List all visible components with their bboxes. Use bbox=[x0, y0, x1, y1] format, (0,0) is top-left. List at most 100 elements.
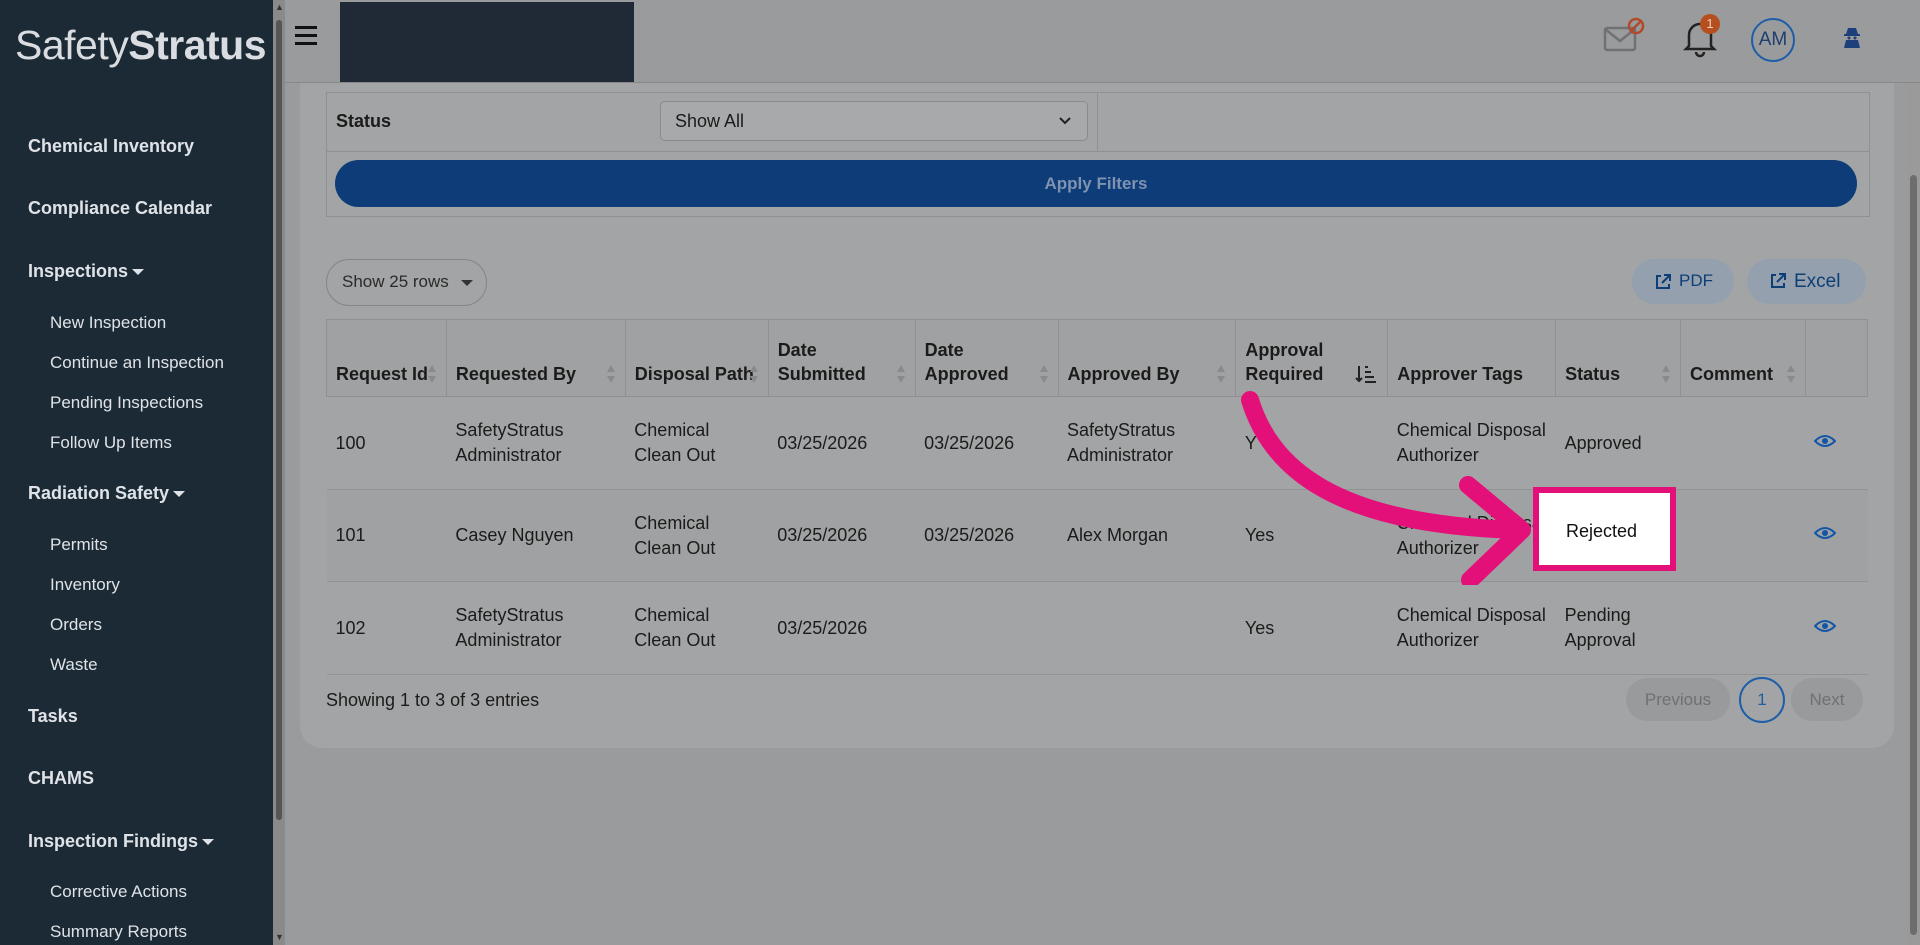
cell-request-id: 102 bbox=[326, 581, 447, 675]
sidebar-item-tasks[interactable]: Tasks bbox=[28, 706, 78, 727]
cell-actions bbox=[1805, 489, 1868, 582]
cell-date-approved: 03/25/2026 bbox=[915, 489, 1059, 582]
export-pdf-button[interactable]: PDF bbox=[1632, 259, 1734, 304]
chevron-down-icon bbox=[173, 491, 186, 498]
status-select-value: Show All bbox=[675, 111, 745, 131]
sidebar: SafetyStratus Chemical Inventory Complia… bbox=[0, 0, 273, 945]
sidebar-item-inspections[interactable]: Inspections bbox=[28, 261, 145, 282]
column-header-requested-by[interactable]: Requested By bbox=[445, 319, 626, 397]
annotation-arrow-icon bbox=[1241, 391, 1531, 585]
avatar[interactable]: AM bbox=[1751, 18, 1795, 62]
hamburger-menu-icon[interactable] bbox=[295, 26, 317, 50]
sidebar-item-permits[interactable]: Permits bbox=[50, 535, 108, 555]
header-banner bbox=[340, 2, 634, 82]
sidebar-item-summary-reports[interactable]: Summary Reports bbox=[50, 922, 187, 942]
sidebar-item-inspection-findings[interactable]: Inspection Findings bbox=[28, 831, 214, 852]
view-eye-icon[interactable] bbox=[1814, 525, 1837, 541]
cell-disposal-path: Chemical Clean Out bbox=[625, 489, 769, 582]
sort-icon bbox=[606, 365, 615, 383]
column-header-comment[interactable]: Comment bbox=[1680, 319, 1806, 397]
sidebar-item-follow-up-items[interactable]: Follow Up Items bbox=[50, 433, 172, 453]
sidebar-item-inventory[interactable]: Inventory bbox=[50, 575, 120, 595]
main-scrollbar-thumb[interactable] bbox=[1910, 175, 1917, 935]
cell-date-submitted: 03/25/2026 bbox=[768, 489, 916, 582]
mail-disabled-icon[interactable] bbox=[1603, 16, 1647, 58]
sort-icon bbox=[1786, 365, 1795, 383]
sidebar-item-label: Inspection Findings bbox=[28, 831, 198, 851]
sidebar-item-label: Radiation Safety bbox=[28, 483, 170, 503]
column-header-date-approved[interactable]: Date Approved bbox=[914, 319, 1059, 397]
status-select[interactable]: Show All bbox=[660, 101, 1088, 141]
notification-badge: 1 bbox=[1700, 14, 1720, 34]
chevron-down-icon bbox=[1059, 117, 1071, 125]
sort-icon bbox=[427, 365, 436, 383]
cell-requested-by: SafetyStratus Administrator bbox=[446, 581, 626, 675]
table-header-row: Request Id Requested By Disposal Path Da… bbox=[326, 319, 1869, 397]
sidebar-item-compliance-calendar[interactable]: Compliance Calendar bbox=[28, 198, 212, 219]
sidebar-item-corrective-actions[interactable]: Corrective Actions bbox=[50, 882, 187, 902]
export-excel-button[interactable]: Excel bbox=[1747, 259, 1866, 304]
scroll-down-icon[interactable]: ▼ bbox=[275, 932, 284, 942]
external-link-icon bbox=[1656, 274, 1671, 289]
sort-icon bbox=[749, 365, 758, 383]
column-header-disposal-path[interactable]: Disposal Path bbox=[624, 319, 769, 397]
rows-per-page-label: Show 25 rows bbox=[342, 272, 449, 291]
sidebar-item-radiation-safety[interactable]: Radiation Safety bbox=[28, 483, 186, 504]
cell-approved-by bbox=[1058, 581, 1236, 675]
column-header-actions bbox=[1804, 319, 1869, 397]
cell-disposal-path: Chemical Clean Out bbox=[625, 396, 769, 490]
sidebar-item-orders[interactable]: Orders bbox=[50, 615, 102, 635]
logo[interactable]: SafetyStratus bbox=[15, 22, 266, 69]
page-1-button[interactable]: 1 bbox=[1739, 677, 1785, 723]
chevron-down-icon bbox=[132, 269, 145, 276]
cell-actions bbox=[1805, 581, 1868, 675]
sort-descending-icon bbox=[1355, 366, 1377, 383]
sidebar-item-chemical-inventory[interactable]: Chemical Inventory bbox=[28, 136, 194, 157]
sidebar-scrollbar[interactable]: ▲ ▼ bbox=[273, 0, 285, 945]
sidebar-item-chams[interactable]: CHAMS bbox=[28, 768, 94, 789]
sort-icon bbox=[1662, 365, 1671, 383]
apply-filters-button[interactable]: Apply Filters bbox=[335, 160, 1857, 207]
column-header-status[interactable]: Status bbox=[1555, 319, 1682, 397]
column-header-approved-by[interactable]: Approved By bbox=[1057, 319, 1237, 397]
cell-status: Pending Approval bbox=[1555, 581, 1681, 675]
cell-actions bbox=[1805, 396, 1868, 490]
sidebar-scrollbar-thumb[interactable] bbox=[276, 20, 282, 820]
cell-approval-required: Yes bbox=[1235, 581, 1388, 675]
scroll-up-icon[interactable]: ▲ bbox=[275, 2, 284, 12]
table-row[interactable]: 100 SafetyStratus Administrator Chemical… bbox=[326, 396, 1868, 490]
cell-date-approved bbox=[915, 581, 1059, 675]
cell-date-submitted: 03/25/2026 bbox=[768, 396, 916, 490]
cell-comment bbox=[1680, 581, 1806, 675]
cell-requested-by: Casey Nguyen bbox=[446, 489, 626, 582]
top-bar: 1 AM bbox=[285, 0, 1920, 83]
sidebar-item-label: Inspections bbox=[28, 261, 129, 281]
cell-comment bbox=[1680, 489, 1806, 582]
sort-icon bbox=[1217, 365, 1226, 383]
cell-approved-by: SafetyStratus Administrator bbox=[1058, 396, 1236, 490]
column-header-date-submitted[interactable]: Date Submitted bbox=[767, 319, 916, 397]
main-scrollbar[interactable] bbox=[1907, 0, 1920, 945]
user-secret-icon[interactable] bbox=[1842, 26, 1862, 50]
view-eye-icon[interactable] bbox=[1814, 433, 1837, 449]
next-page-button[interactable]: Next bbox=[1791, 678, 1863, 721]
sidebar-item-pending-inspections[interactable]: Pending Inspections bbox=[50, 393, 203, 413]
cell-request-id: 100 bbox=[326, 396, 447, 490]
cell-date-submitted: 03/25/2026 bbox=[768, 581, 916, 675]
sidebar-item-continue-inspection[interactable]: Continue an Inspection bbox=[50, 353, 224, 373]
view-eye-icon[interactable] bbox=[1814, 618, 1837, 634]
cell-disposal-path: Chemical Clean Out bbox=[625, 581, 769, 675]
rows-per-page-dropdown[interactable]: Show 25 rows bbox=[326, 259, 487, 306]
cell-comment bbox=[1680, 396, 1806, 490]
column-header-request-id[interactable]: Request Id bbox=[326, 319, 447, 397]
table-info: Showing 1 to 3 of 3 entries bbox=[326, 690, 540, 710]
highlighted-status-cell[interactable]: Rejected bbox=[1533, 487, 1676, 571]
cell-status: Approved bbox=[1555, 396, 1681, 490]
sidebar-item-new-inspection[interactable]: New Inspection bbox=[50, 313, 166, 333]
pdf-label: PDF bbox=[1679, 271, 1713, 290]
previous-page-button[interactable]: Previous bbox=[1626, 678, 1730, 721]
apply-filters-row: Apply Filters bbox=[326, 150, 1870, 217]
table-row[interactable]: 102 SafetyStratus Administrator Chemical… bbox=[326, 581, 1868, 675]
sort-icon bbox=[1039, 365, 1048, 383]
sidebar-item-waste[interactable]: Waste bbox=[50, 655, 98, 675]
